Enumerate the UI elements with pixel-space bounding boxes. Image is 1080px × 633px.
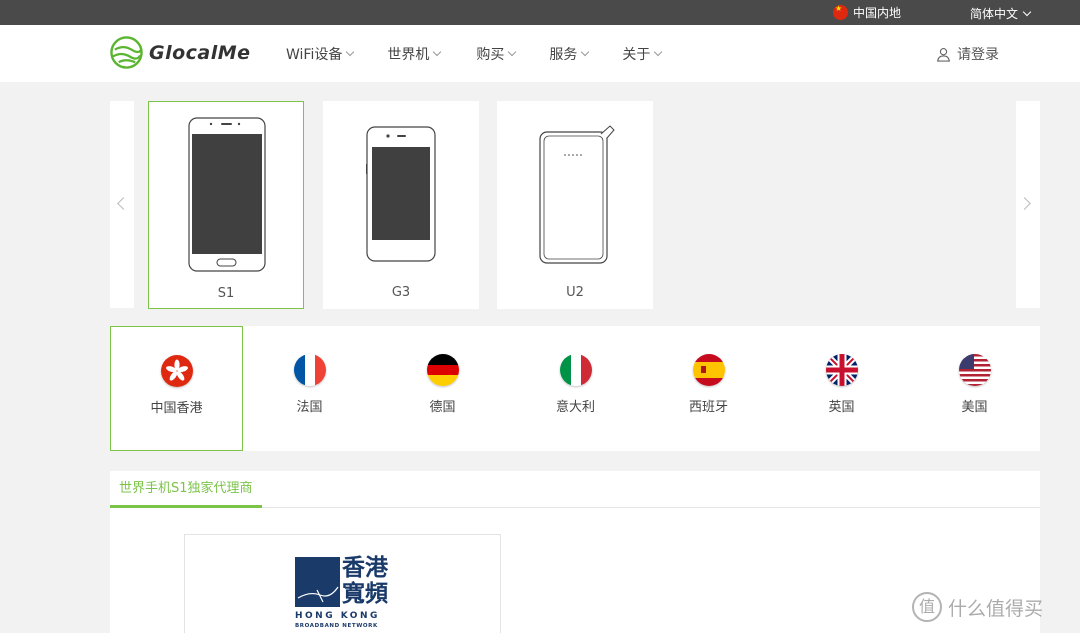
country-tab-united-states[interactable]: 美国	[908, 326, 1041, 451]
country-tab-hong-kong[interactable]: 中国香港	[110, 326, 243, 451]
carousel-prev-button[interactable]	[110, 101, 134, 308]
chevron-down-icon	[654, 47, 663, 57]
hkbn-logo: 香港 寬頻 HONG KONG BROADBAND NETWORK	[295, 554, 395, 633]
spain-flag-icon	[692, 354, 725, 386]
nav-label: 购买	[476, 47, 505, 63]
globe-logo-icon	[110, 36, 143, 69]
main-nav: WiFi设备 世界机 购买 服务 关于	[286, 44, 663, 64]
watermark-logo-icon: 值	[912, 592, 942, 622]
product-card-s1[interactable]: S1	[148, 101, 304, 309]
login-label: 请登录	[957, 47, 999, 63]
login-link[interactable]: 请登录	[936, 44, 999, 64]
language-label: 简体中文	[970, 7, 1019, 21]
logo-text: GlocalMe	[149, 41, 251, 64]
country-label: 法国	[296, 400, 323, 415]
china-flag-icon	[833, 4, 848, 20]
country-tabs: 中国香港 法国 德国 意大利 西班牙 英国 美国	[110, 326, 1040, 451]
nav-label: 关于	[622, 47, 651, 63]
nav-label: WiFi设备	[286, 47, 343, 63]
nav-world-phone[interactable]: 世界机	[387, 44, 442, 64]
chevron-down-icon	[346, 47, 355, 57]
country-tab-united-kingdom[interactable]: 英国	[775, 326, 908, 451]
product-card-g3[interactable]: G3	[323, 101, 479, 309]
dealer-tab[interactable]: 世界手机S1独家代理商	[110, 471, 262, 508]
product-name: G3	[391, 285, 411, 300]
italy-flag-icon	[559, 354, 592, 386]
top-bar: 中国内地 简体中文	[0, 0, 1080, 25]
site-header: GlocalMe WiFi设备 世界机 购买 服务 关于 请登录	[0, 25, 1080, 82]
chevron-right-icon	[1018, 197, 1031, 210]
germany-flag-icon	[426, 354, 459, 386]
country-label: 意大利	[555, 400, 595, 415]
device-u2-image	[539, 125, 615, 264]
chevron-down-icon	[508, 47, 517, 57]
hkbn-chinese-name: 香港 寬頻	[342, 554, 388, 607]
region-label: 中国内地	[853, 6, 902, 20]
country-label: 英国	[828, 400, 855, 415]
country-tab-france[interactable]: 法国	[243, 326, 376, 451]
dealer-tab-bar: 世界手机S1独家代理商	[110, 471, 1040, 508]
hkbn-english-name: HONG KONG	[295, 611, 380, 621]
region-selector[interactable]: 中国内地	[833, 4, 901, 21]
chevron-down-icon	[1022, 7, 1032, 16]
united-kingdom-flag-icon	[825, 354, 858, 386]
chevron-left-icon	[117, 197, 130, 210]
country-label: 中国香港	[150, 401, 203, 416]
user-icon	[937, 47, 950, 62]
logo[interactable]: GlocalMe	[110, 36, 251, 69]
phone-s1-image	[188, 117, 266, 272]
nav-wifi-devices[interactable]: WiFi设备	[286, 44, 355, 64]
france-flag-icon	[293, 354, 326, 386]
chevron-down-icon	[433, 47, 442, 57]
nav-buy[interactable]: 购买	[476, 44, 517, 64]
language-selector[interactable]: 简体中文	[970, 5, 1032, 22]
product-name: S1	[217, 286, 235, 301]
country-tab-germany[interactable]: 德国	[376, 326, 509, 451]
carousel-next-button[interactable]	[1016, 101, 1040, 308]
watermark-text: 什么值得买	[948, 597, 1044, 620]
nav-about[interactable]: 关于	[622, 44, 663, 64]
chevron-down-icon	[581, 47, 590, 57]
nav-label: 服务	[549, 47, 578, 63]
phone-g3-image	[366, 126, 436, 262]
hkbn-english-subtitle: BROADBAND NETWORK	[295, 623, 378, 629]
country-label: 西班牙	[688, 400, 728, 415]
nav-label: 世界机	[387, 47, 430, 63]
united-states-flag-icon	[958, 354, 991, 386]
product-card-u2[interactable]: U2	[497, 101, 653, 309]
country-label: 德国	[429, 400, 456, 415]
dealer-card-hkbn[interactable]: 香港 寬頻 HONG KONG BROADBAND NETWORK	[184, 534, 501, 633]
hkbn-logo-mark	[295, 557, 340, 607]
hong-kong-flag-icon	[160, 355, 193, 387]
country-tab-italy[interactable]: 意大利	[509, 326, 642, 451]
dealer-section: 世界手机S1独家代理商 香港 寬頻 HONG KONG BROADBAND NE…	[110, 471, 1040, 633]
watermark: 值 什么值得买	[912, 592, 1043, 622]
country-tab-spain[interactable]: 西班牙	[642, 326, 775, 451]
product-name: U2	[566, 285, 584, 300]
country-label: 美国	[961, 400, 988, 415]
nav-service[interactable]: 服务	[549, 44, 590, 64]
